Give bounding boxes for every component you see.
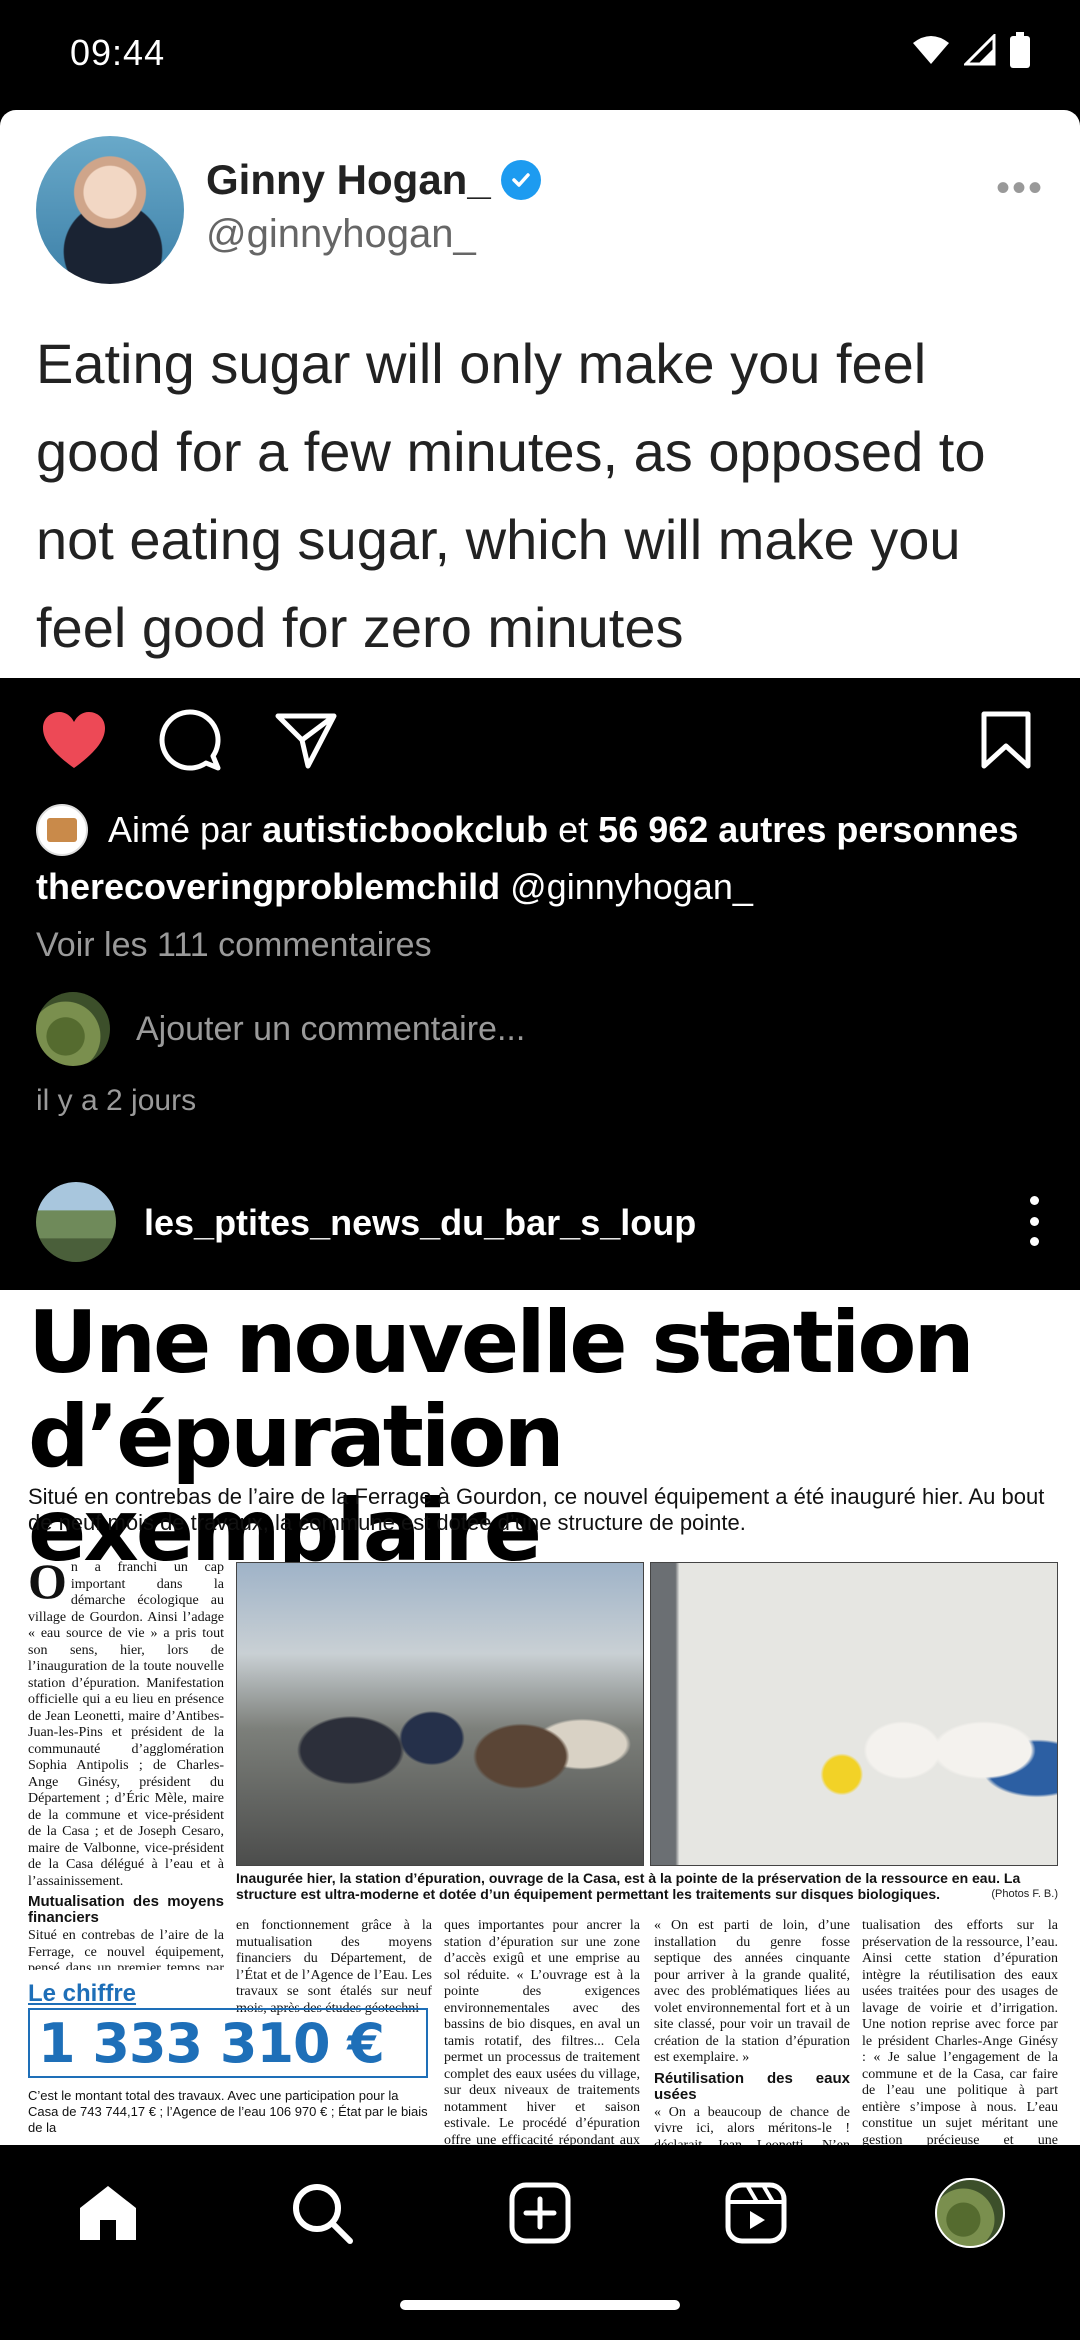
reels-icon	[725, 2182, 787, 2244]
status-time: 09:44	[70, 32, 166, 73]
tweet-author-name: Ginny Hogan_	[206, 156, 491, 203]
home-indicator[interactable]	[400, 2300, 680, 2310]
tweet-author: Ginny Hogan_	[206, 156, 541, 204]
nav-reels[interactable]	[718, 2175, 794, 2251]
chiffre-value: 1 333 310 €	[38, 2012, 385, 2075]
comment-button[interactable]	[150, 700, 230, 780]
caption-username[interactable]: therecoveringproblemchild	[36, 866, 500, 907]
liked-user[interactable]: autisticbookclub	[262, 809, 548, 850]
nav-search[interactable]	[284, 2175, 360, 2251]
nav-profile[interactable]	[932, 2175, 1008, 2251]
verified-badge-icon	[500, 160, 541, 200]
post-image-newspaper[interactable]: Une nouvelle station d’épuration exempla…	[0, 1290, 1080, 2145]
post2-avatar[interactable]	[36, 1182, 116, 1262]
newspaper-lead: Situé en contrebas de l’aire de la Ferra…	[28, 1484, 1045, 1535]
tweet-handle: @ginnyhogan_	[206, 212, 476, 256]
nav-create[interactable]	[502, 2175, 578, 2251]
heart-icon	[43, 712, 105, 768]
col1-subhead: Mutualisation des moyens financiers	[28, 1893, 224, 1926]
bookmark-icon	[981, 711, 1031, 769]
post2-header: les_ptites_news_du_bar_s_loup	[0, 1180, 1080, 1290]
my-avatar	[36, 992, 110, 1066]
bottom-nav	[0, 2145, 1080, 2275]
tweet-text: Eating sugar will only make you feel goo…	[36, 332, 986, 659]
col4-text2: « On a beaucoup de chance de vivre ici, …	[654, 2104, 850, 2146]
create-icon	[509, 2182, 571, 2244]
dropcap: O	[28, 1560, 67, 1609]
post-timestamp: il y a 2 jours	[36, 1084, 197, 1117]
liked-by-row[interactable]: Aimé par autisticbookclub et 56 962 autr…	[36, 800, 1018, 860]
col1-text: n a franchi un cap important dans la dém…	[28, 1560, 224, 1889]
chiffre-note: C’est le montant total des travaux. Avec…	[28, 2088, 428, 2135]
add-comment-row[interactable]: Ajouter un commentaire...	[36, 992, 525, 1066]
post2-username[interactable]: les_ptites_news_du_bar_s_loup	[144, 1202, 696, 1244]
comment-icon	[159, 709, 221, 771]
article-column-4: « On est parti de loin, d’une installati…	[654, 1918, 850, 2145]
article-column-5: tualisation des efforts sur la préservat…	[862, 1918, 1058, 2145]
status-icons	[912, 32, 1030, 68]
headline-line-1: Une nouvelle station	[28, 1293, 975, 1393]
post-actions	[0, 700, 1080, 800]
liked-others[interactable]: 56 962 autres personnes	[598, 809, 1018, 850]
share-icon	[275, 713, 337, 769]
add-comment-input[interactable]: Ajouter un commentaire...	[136, 1010, 525, 1049]
tweet-avatar	[36, 136, 184, 284]
status-bar: 09:44	[0, 0, 1080, 110]
photo-inauguration	[236, 1562, 644, 1866]
battery-icon	[1010, 32, 1030, 68]
home-icon	[80, 2186, 136, 2240]
wifi-icon	[913, 36, 949, 64]
tweet-more-icon: •••	[995, 166, 1044, 210]
caption-text[interactable]: @ginnyhogan_	[510, 866, 753, 907]
liker-avatar	[36, 804, 88, 856]
post-caption: therecoveringproblemchild @ginnyhogan_	[36, 866, 753, 908]
nav-home[interactable]	[70, 2175, 146, 2251]
save-button[interactable]	[966, 700, 1046, 780]
liked-prefix: Aimé par	[108, 809, 253, 850]
signal-icon	[964, 34, 996, 66]
photo-caption: Inaugurée hier, la station d’épuration, …	[236, 1870, 1021, 1902]
liked-by-text: Aimé par autisticbookclub et 56 962 autr…	[108, 809, 1018, 851]
article-column-3: ques importantes pour ancrer la station …	[444, 1918, 640, 2145]
more-options-icon[interactable]	[1024, 1196, 1044, 1246]
share-button[interactable]	[266, 700, 346, 780]
col4-subhead: Réutilisation des eaux usées	[654, 2069, 850, 2103]
photo-credit: (Photos F. B.)	[991, 1888, 1058, 1900]
liked-conjunction: et	[558, 809, 589, 850]
search-icon	[293, 2184, 353, 2244]
col4-text: « On est parti de loin, d’une installati…	[654, 1918, 850, 2065]
photo-equipment	[650, 1562, 1058, 1866]
post-image-tweet[interactable]: Ginny Hogan_ @ginnyhogan_ ••• Eating sug…	[0, 110, 1080, 678]
chiffre-box: 1 333 310 €	[28, 2008, 428, 2078]
chiffre-label: Le chiffre	[28, 1980, 137, 2007]
profile-avatar	[935, 2178, 1005, 2248]
view-comments-link[interactable]: Voir les 111 commentaires	[36, 926, 432, 965]
like-button[interactable]	[34, 700, 114, 780]
col1-text2: Situé en contrebas de l’aire de la Ferra…	[28, 1928, 224, 1970]
article-column-1: O n a franchi un cap important dans la d…	[28, 1560, 224, 1970]
